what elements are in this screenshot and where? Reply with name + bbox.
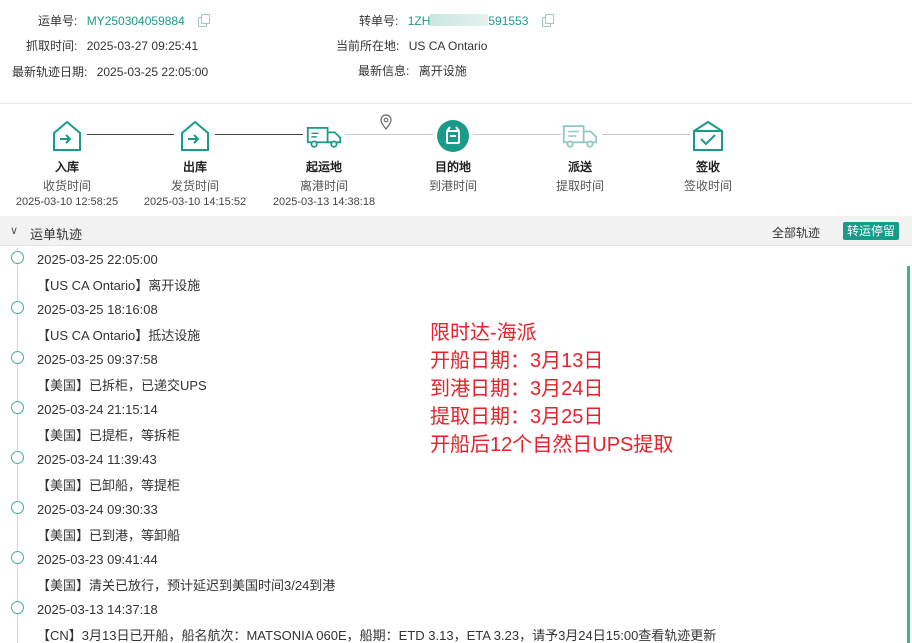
latest-date-row: 最新轨迹日期: 2025-03-25 22:05:00 <box>12 63 208 80</box>
note-line: 到港日期：3月24日 <box>430 378 604 400</box>
warehouse-in-icon <box>49 118 85 154</box>
latest-info-label: 最新信息: <box>358 64 410 78</box>
event-desc: 【美国】已到港，等卸船 <box>37 528 181 543</box>
timeline-dot <box>11 301 24 314</box>
transfer-label: 转单号: <box>359 14 399 28</box>
timeline-dot <box>11 601 24 614</box>
fetch-time-value: 2025-03-27 09:25:41 <box>86 39 199 53</box>
step-origin: 起运地 离港时间 2025-03-13 14:38:18 <box>259 110 389 208</box>
step-title: 入库 <box>54 160 79 174</box>
step-destination: 目的地 到港时间 <box>388 110 518 194</box>
step-time: 2025-03-10 14:15:52 <box>143 196 247 208</box>
note-line: 开船后12个自然日UPS提取 <box>430 434 674 456</box>
step-time: 2025-03-13 14:38:18 <box>272 196 376 208</box>
fetch-time-label: 抓取时间: <box>26 39 78 53</box>
location-label: 当前所在地: <box>336 39 400 53</box>
delivery-truck-icon <box>562 118 598 154</box>
latest-info-value: 离开设施 <box>418 64 467 78</box>
tracking-header-bar: ∨ 运单轨迹 全部轨迹 转运停留 <box>0 216 912 246</box>
step-title: 派送 <box>567 160 592 174</box>
event-time: 2025-03-25 09:37:58 <box>37 352 158 367</box>
note-line: 提取日期：3月25日 <box>430 406 604 428</box>
timeline-dot <box>11 501 24 514</box>
timeline-dot <box>11 451 24 464</box>
event-desc: 【美国】已卸船，等提柜 <box>37 478 181 493</box>
timeline-dot <box>11 251 24 264</box>
location-value: US CA Ontario <box>408 39 488 53</box>
copy-icon[interactable] <box>198 14 211 27</box>
transfer-stay-button[interactable]: 转运停留 <box>843 222 900 240</box>
step-title: 起运地 <box>305 160 342 174</box>
divider <box>0 103 912 104</box>
waybill-row: 运单号: MY250304059884 <box>38 12 211 29</box>
step-subtitle: 离港时间 <box>299 179 348 193</box>
progress-steps: 入库 收货时间 2025-03-10 12:58:25 出库 发货时间 2025… <box>0 110 912 210</box>
step-title: 签收 <box>695 160 720 174</box>
transfer-number-suffix: 591553 <box>488 14 529 28</box>
event-desc: 【美国】已拆柜，已递交UPS <box>37 378 207 393</box>
step-subtitle: 到港时间 <box>428 179 477 193</box>
all-tracks-link[interactable]: 全部轨迹 <box>772 224 820 241</box>
event-time: 2025-03-24 21:15:14 <box>37 402 158 417</box>
step-signed: 签收 签收时间 <box>643 110 773 194</box>
event-desc: 【US CA Ontario】离开设施 <box>37 278 201 293</box>
step-time: 2025-03-10 12:58:25 <box>15 196 119 208</box>
waybill-label: 运单号: <box>38 14 78 28</box>
truck-icon <box>306 118 342 154</box>
waybill-number[interactable]: MY250304059884 <box>87 14 185 28</box>
transfer-number-prefix: 1ZH <box>407 14 431 28</box>
fetch-time-row: 抓取时间: 2025-03-27 09:25:41 <box>26 37 198 54</box>
tracking-title[interactable]: 运单轨迹 <box>30 224 82 243</box>
step-outbound: 出库 发货时间 2025-03-10 14:15:52 <box>130 110 260 208</box>
event-time: 2025-03-24 11:39:43 <box>37 452 157 467</box>
event-desc: 【美国】清关已放行，预计延迟到美国时间3/24到港 <box>37 578 336 593</box>
transfer-number[interactable]: 1ZH 591553 <box>407 14 529 28</box>
location-row: 当前所在地: US CA Ontario <box>336 37 487 54</box>
latest-info-row: 最新信息: 离开设施 <box>358 62 467 79</box>
signed-box-icon <box>690 118 726 154</box>
step-subtitle: 提取时间 <box>555 179 604 193</box>
latest-date-value: 2025-03-25 22:05:00 <box>96 65 209 79</box>
timeline-dot <box>11 351 24 364</box>
event-time: 2025-03-25 22:05:00 <box>37 252 158 267</box>
destination-icon <box>435 118 471 154</box>
step-delivery: 派送 提取时间 <box>515 110 645 194</box>
chevron-down-icon[interactable]: ∨ <box>10 224 18 237</box>
note-line: 开船日期：3月13日 <box>430 350 604 372</box>
step-title: 出库 <box>182 160 207 174</box>
event-desc: 【US CA Ontario】抵达设施 <box>37 328 201 343</box>
step-subtitle: 收货时间 <box>42 179 91 193</box>
event-desc: 【CN】3月13日已开船，船名航次：MATSONIA 060E，船期：ETD 3… <box>37 628 717 643</box>
redacted-mask <box>430 14 489 26</box>
event-time: 2025-03-13 14:37:18 <box>37 602 158 617</box>
warehouse-out-icon <box>177 118 213 154</box>
event-time: 2025-03-23 09:41:44 <box>37 552 158 567</box>
note-line: 限时达-海派 <box>430 322 537 344</box>
latest-date-label: 最新轨迹日期: <box>12 65 88 79</box>
event-desc: 【美国】已提柜，等拆柜 <box>37 428 181 443</box>
timeline-dot <box>11 401 24 414</box>
annotation-note: 限时达-海派 开船日期：3月13日 到港日期：3月24日 提取日期：3月25日 … <box>430 319 673 459</box>
scrollbar[interactable] <box>907 266 910 643</box>
step-subtitle: 发货时间 <box>170 179 219 193</box>
step-subtitle: 签收时间 <box>683 179 732 193</box>
step-inbound: 入库 收货时间 2025-03-10 12:58:25 <box>2 110 132 208</box>
event-time: 2025-03-24 09:30:33 <box>37 502 158 517</box>
timeline-dot <box>11 551 24 564</box>
transfer-row: 转单号: 1ZH 591553 <box>359 12 554 29</box>
event-time: 2025-03-25 18:16:08 <box>37 302 158 317</box>
step-title: 目的地 <box>434 160 471 174</box>
copy-icon[interactable] <box>541 14 554 27</box>
